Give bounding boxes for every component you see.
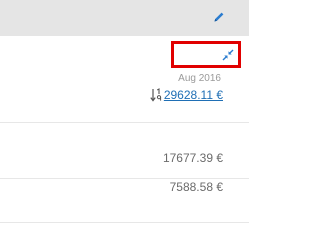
row-divider [0, 122, 249, 123]
toolbar-row [0, 36, 249, 68]
row-divider [0, 178, 249, 179]
edit-button[interactable] [211, 9, 227, 25]
row-value: 17677.39 € [162, 151, 223, 165]
collapse-arrows-icon [222, 49, 234, 61]
row-value: 7588.58 € [169, 180, 223, 194]
header-bar [0, 0, 249, 36]
total-row: 29628.11 € [150, 88, 223, 102]
row-divider [0, 222, 249, 223]
pencil-icon [214, 12, 224, 22]
sort-numeric-icon[interactable] [150, 88, 162, 102]
total-value-link[interactable]: 29628.11 € [164, 88, 223, 102]
collapse-button[interactable] [221, 48, 235, 62]
collapse-highlight [171, 41, 241, 68]
page: Aug 2016 29628.11 € 17677.39 € 7588.58 € [0, 0, 249, 226]
column-header-period: Aug 2016 [178, 73, 221, 84]
